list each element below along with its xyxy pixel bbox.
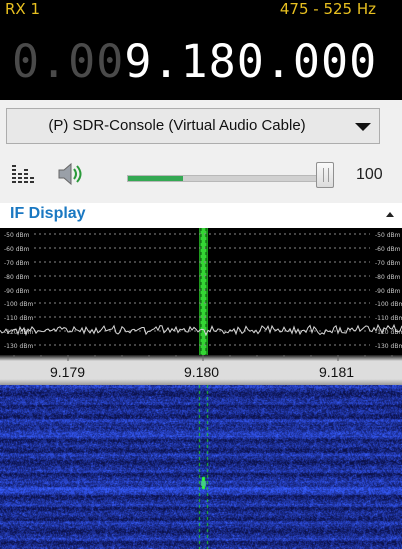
frequency-panel: RX 1 475 - 525 Hz 0.009.180.000: [0, 0, 402, 100]
volume-slider-thumb[interactable]: [316, 162, 334, 188]
db-label-left: -100 dBm: [4, 301, 33, 308]
db-label-left: -130 dBm: [4, 343, 33, 350]
db-label-left: -80 dBm: [4, 274, 30, 281]
freq-label-center: 9.180: [184, 364, 220, 380]
freq-label-right: 9.181: [319, 364, 355, 380]
waterfall-display[interactable]: [0, 385, 402, 549]
db-label-left: -70 dBm: [4, 260, 30, 267]
rx-label[interactable]: RX 1: [5, 0, 40, 18]
db-label-left: -60 dBm: [4, 246, 30, 253]
db-label-right: -100 dBm: [375, 301, 402, 308]
frequency-readout[interactable]: 0.009.180.000: [12, 32, 377, 92]
collapse-icon[interactable]: [386, 212, 394, 217]
freq-label-left: 9.179: [50, 364, 86, 380]
audio-source-dropdown[interactable]: (P) SDR-Console (Virtual Audio Cable): [6, 108, 380, 144]
audio-source-value: (P) SDR-Console (Virtual Audio Cable): [48, 117, 306, 134]
db-label-right: -60 dBm: [375, 246, 401, 253]
db-label-right: -90 dBm: [375, 288, 401, 295]
db-label-left: -50 dBm: [4, 232, 30, 239]
volume-slider-fill: [128, 176, 183, 181]
db-label-left: -110 dBm: [4, 315, 33, 322]
frequency-leading-zeros: 0.00: [12, 35, 125, 88]
chevron-down-icon: [355, 123, 371, 131]
spectrum-display[interactable]: -50 dBm -50 dBm -60 dBm -60 dBm -70 dBm -70 d…: [0, 228, 402, 355]
db-label-right: -50 dBm: [375, 232, 401, 239]
scale-ticks: [13, 355, 393, 361]
frequency-scale[interactable]: 9.179 9.180 9.181: [0, 355, 402, 385]
level-meter-icon[interactable]: [12, 163, 38, 185]
db-label-right: -130 dBm: [375, 343, 402, 350]
bandwidth-label[interactable]: 475 - 525 Hz: [280, 0, 376, 18]
db-label-right: -80 dBm: [375, 274, 401, 281]
speaker-icon[interactable]: [56, 160, 84, 188]
db-label-right: -70 dBm: [375, 260, 401, 267]
db-label-right: -110 dBm: [375, 315, 402, 322]
volume-value: 100: [356, 166, 383, 183]
volume-slider[interactable]: [127, 175, 325, 182]
if-display-title: IF Display: [10, 205, 86, 222]
if-display-header: IF Display: [0, 203, 402, 228]
db-label-left: -90 dBm: [4, 288, 30, 295]
frequency-value: 9.180.000: [124, 35, 378, 88]
db-label-right: -120 dBm: [375, 329, 402, 336]
